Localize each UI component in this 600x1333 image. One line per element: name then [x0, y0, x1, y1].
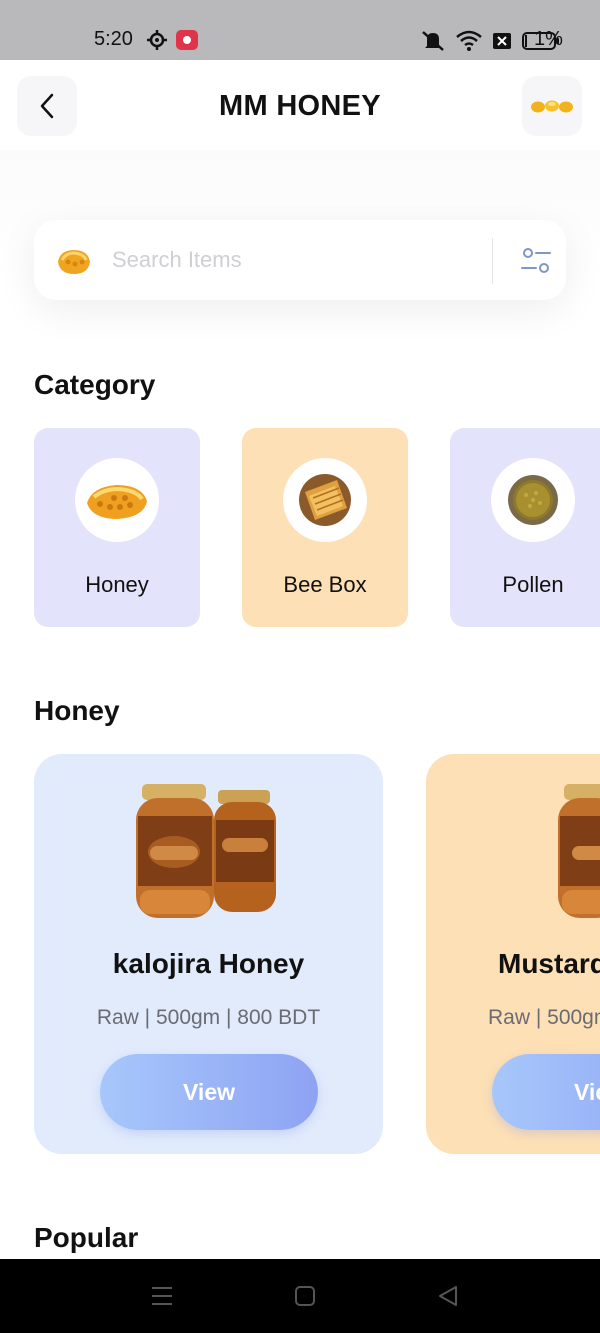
home-icon[interactable]: [295, 1286, 315, 1306]
pollen-bowl-image: [508, 475, 558, 525]
page-title: MM HONEY: [219, 90, 381, 122]
popular-section-title: Popular: [34, 1222, 139, 1253]
honey-jar-image: [134, 780, 284, 920]
system-nav-bar: [0, 1259, 600, 1333]
category-honey[interactable]: Honey: [34, 428, 200, 627]
battery-percent: 1%: [534, 28, 563, 50]
category-label: Pollen: [502, 572, 564, 597]
settings-notification-icon: [147, 30, 167, 50]
screen-record-icon: [176, 30, 198, 50]
product-name: Mustard: [498, 948, 600, 979]
honey-category-image: [75, 458, 159, 542]
product-card[interactable]: kalojira Honey Raw | 500gm | 800 BDT Vie…: [34, 754, 383, 1154]
product-name: kalojira Honey: [112, 948, 305, 979]
search-bar[interactable]: [34, 220, 566, 300]
honey-jar-image: [558, 780, 600, 920]
product-card[interactable]: Mustard Raw | 500gm View: [426, 754, 600, 1154]
category-section-title: Category: [34, 369, 156, 400]
sim-x-icon: [493, 33, 511, 49]
status-bar: 5:20 1%: [0, 0, 600, 60]
filter-icon[interactable]: [520, 246, 552, 276]
view-button-label: View: [574, 1078, 600, 1105]
search-divider: [492, 238, 493, 284]
status-time: 5:20: [94, 28, 133, 50]
honeycomb-image: [87, 485, 147, 519]
category-bee-box[interactable]: Bee Box: [242, 428, 408, 627]
bee-box-image: [299, 474, 351, 526]
back-nav-icon[interactable]: [438, 1285, 458, 1307]
pollen-category-image: [491, 458, 575, 542]
category-label: Honey: [85, 572, 149, 597]
honey-section-title: Honey: [34, 695, 120, 726]
view-button[interactable]: View: [492, 1054, 600, 1130]
mute-icon: [422, 31, 444, 51]
category-label: Bee Box: [283, 572, 367, 597]
product-meta: Raw | 500gm: [488, 1006, 600, 1029]
view-button[interactable]: View: [100, 1054, 318, 1130]
wifi-icon: [456, 30, 482, 51]
recent-apps-icon[interactable]: [151, 1286, 173, 1306]
search-input[interactable]: [112, 242, 482, 278]
honeycomb-menu-button[interactable]: [522, 76, 582, 136]
product-meta: Raw | 500gm | 800 BDT: [96, 1006, 321, 1029]
honeycomb-icon: [531, 100, 573, 113]
category-pollen[interactable]: Pollen: [450, 428, 600, 627]
bee-box-category-image: [283, 458, 367, 542]
app-header: MM HONEY: [0, 60, 600, 160]
honeycomb-search-icon: [58, 250, 90, 274]
